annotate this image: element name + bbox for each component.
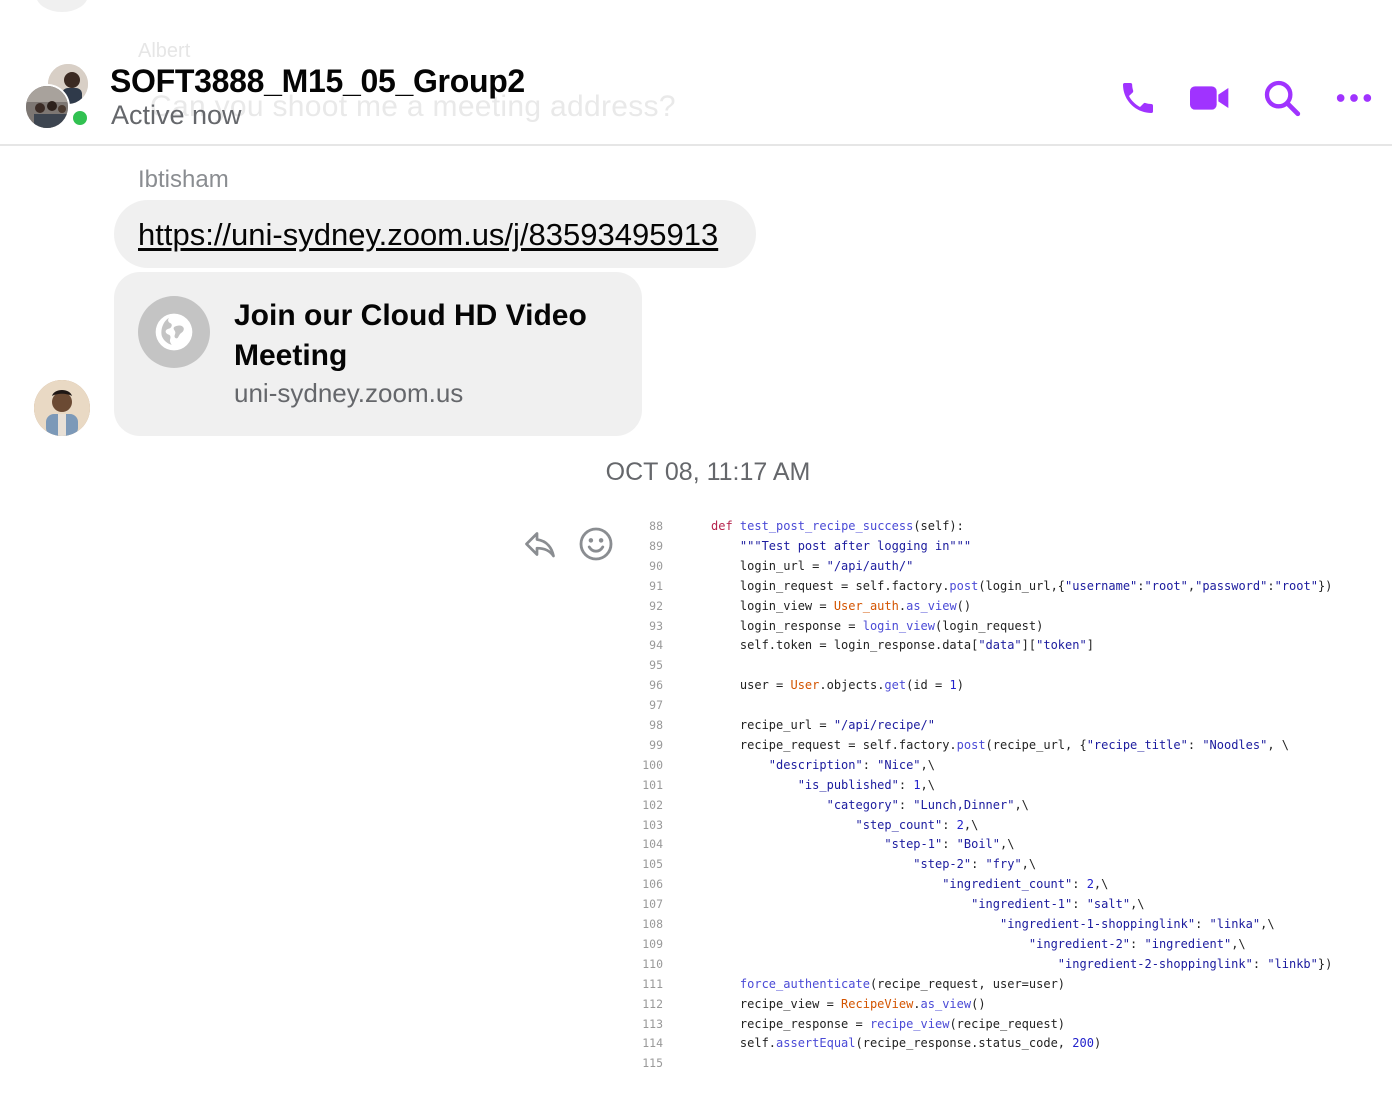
reply-icon[interactable] xyxy=(522,526,558,562)
code-text: login_response = login_view(login_reques… xyxy=(711,618,1044,633)
code-text: "step-2": "fry",\ xyxy=(913,857,1037,872)
line-number: 96 xyxy=(649,678,663,693)
group-avatar-primary[interactable] xyxy=(24,84,70,130)
preview-domain: uni-sydney.zoom.us xyxy=(234,378,464,408)
line-number: 114 xyxy=(642,1036,663,1051)
code-text: "ingredient-1-shoppinglink": "linka",\ xyxy=(999,917,1275,931)
code-text: self.assertEqual(recipe_response.status_… xyxy=(711,1036,1102,1051)
conversation-title[interactable]: SOFT3888_M15_05_Group2 xyxy=(110,63,525,100)
phone-icon[interactable] xyxy=(1118,78,1158,118)
line-number: 92 xyxy=(649,598,663,613)
video-camera-icon[interactable] xyxy=(1188,78,1232,118)
line-number: 110 xyxy=(642,956,663,971)
code-text: user = User.objects.get(id = 1) xyxy=(711,678,964,693)
line-number: 108 xyxy=(642,917,663,931)
line-number: 112 xyxy=(642,996,663,1011)
code-text: recipe_url = "/api/recipe/" xyxy=(711,718,935,732)
meeting-link[interactable]: https://uni-sydney.zoom.us/j/83593495913 xyxy=(138,217,718,253)
link-message-bubble: https://uni-sydney.zoom.us/j/83593495913 xyxy=(114,200,756,268)
line-number: 99 xyxy=(649,737,663,752)
line-number: 115 xyxy=(642,1056,663,1071)
line-number: 104 xyxy=(642,837,663,852)
globe-icon xyxy=(138,296,210,368)
preview-title: Join our Cloud HD Video Meeting xyxy=(234,299,587,372)
code-text: login_request = self.factory.post(login_… xyxy=(711,578,1333,593)
line-number: 103 xyxy=(642,817,663,832)
active-status: Active now xyxy=(111,100,242,130)
code-text: "step_count": 2,\ xyxy=(855,817,979,832)
link-preview-card[interactable]: Join our Cloud HD Video Meeting uni-sydn… xyxy=(114,272,642,436)
line-number: 93 xyxy=(649,618,663,633)
line-number: 95 xyxy=(649,658,663,673)
line-number: 111 xyxy=(642,976,663,991)
code-text: "step-1": "Boil",\ xyxy=(884,837,1015,852)
line-number: 97 xyxy=(649,698,663,713)
line-number: 113 xyxy=(642,1016,663,1031)
line-number: 100 xyxy=(642,757,663,772)
sender-name: Ibtisham xyxy=(138,166,229,193)
code-text: "ingredient-2": "ingredient",\ xyxy=(1028,936,1246,951)
code-text: "category": "Lunch,Dinner",\ xyxy=(826,797,1029,812)
code-text: recipe_view = RecipeView.as_view() xyxy=(711,996,986,1011)
code-text: "is_published": 1,\ xyxy=(797,777,935,792)
line-number: 107 xyxy=(642,897,663,912)
line-number: 94 xyxy=(649,638,663,653)
code-text: "ingredient-2-shoppinglink": "linkb"}) xyxy=(1057,956,1333,971)
online-status-dot xyxy=(70,108,90,128)
code-text: recipe_request = self.factory.post(recip… xyxy=(711,737,1290,752)
emoji-icon[interactable] xyxy=(578,526,614,562)
line-number: 109 xyxy=(642,936,663,951)
code-text: force_authenticate(recipe_request, user=… xyxy=(739,976,1066,991)
code-text: "ingredient-1": "salt",\ xyxy=(971,897,1145,912)
code-text: "description": "Nice",\ xyxy=(768,757,935,772)
more-icon[interactable] xyxy=(1334,78,1374,118)
line-number: 105 xyxy=(642,857,663,872)
line-number: 89 xyxy=(649,538,663,553)
line-number: 98 xyxy=(649,718,663,732)
search-icon[interactable] xyxy=(1262,78,1302,118)
message-timestamp: OCT 08, 11:17 AM xyxy=(605,458,811,486)
code-text: recipe_response = recipe_view(recipe_req… xyxy=(711,1016,1066,1031)
line-number: 90 xyxy=(649,558,663,573)
line-number: 101 xyxy=(642,777,663,792)
code-screenshot-image[interactable]: 88 def test_post_recipe_success(self): 89 … xyxy=(636,512,1356,1078)
line-number: 91 xyxy=(649,578,663,593)
line-number: 106 xyxy=(642,877,663,892)
code-text: """Test post after logging in""" xyxy=(739,538,972,553)
conversation-header: SOFT3888_M15_05_Group2 Active now xyxy=(0,0,1392,146)
line-number: 88 xyxy=(649,519,663,533)
sender-avatar[interactable] xyxy=(34,380,90,436)
code-text: "ingredient_count": 2,\ xyxy=(942,877,1109,892)
code-text: login_view = User_auth.as_view() xyxy=(711,598,972,613)
code-text: def test_post_recipe_success(self): xyxy=(711,519,964,533)
code-text: self.token = login_response.data["data"]… xyxy=(711,638,1094,653)
code-text: login_url = "/api/auth/" xyxy=(711,558,914,573)
line-number: 102 xyxy=(642,797,663,812)
